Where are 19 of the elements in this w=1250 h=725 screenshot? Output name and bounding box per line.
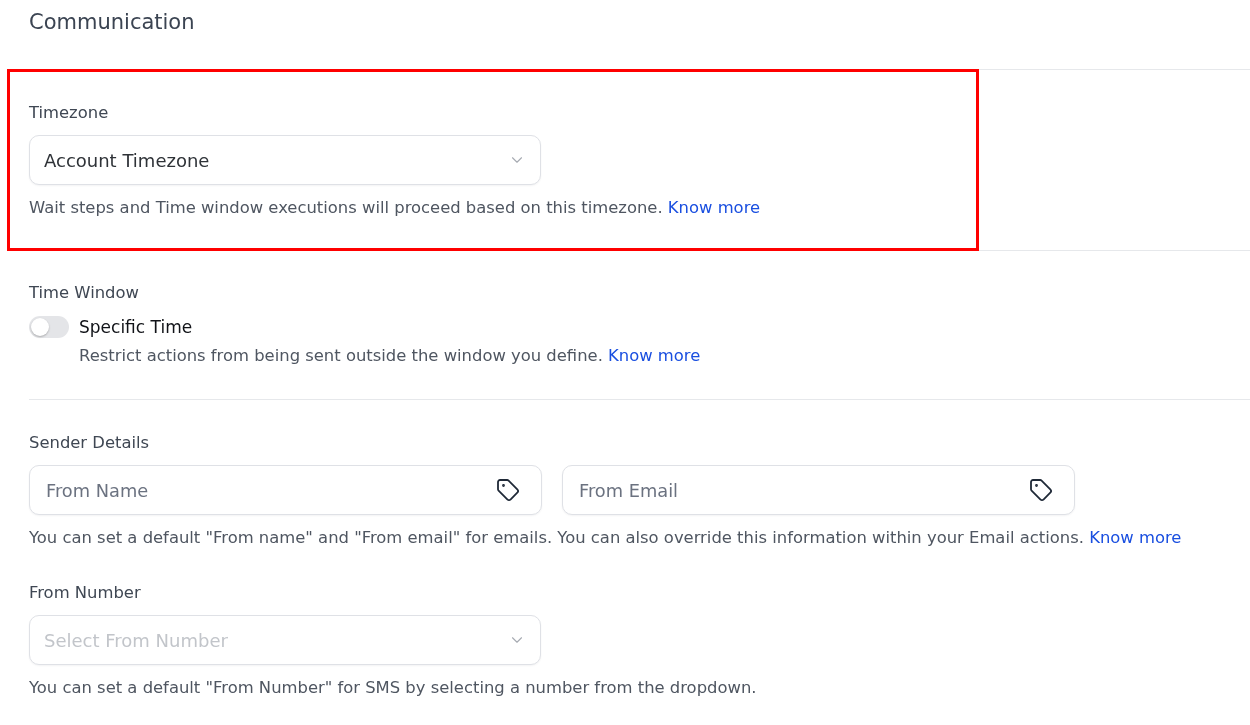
toggle-label: Specific Time <box>79 316 193 338</box>
help-text: You can set a default "From name" and "From email" for emails. You can also override this information within your Email actions. Know more <box>29 527 1182 549</box>
field-label: Timezone <box>29 102 109 124</box>
text-input-field[interactable]: From Email <box>562 465 1075 515</box>
tag-icon <box>1029 478 1053 502</box>
timezone-select[interactable]: Account Timezone <box>29 135 541 185</box>
help-text: Wait steps and Time window executions will proceed based on this timezone. Know more <box>29 197 761 219</box>
field-label: Sender Details <box>29 432 150 454</box>
field-label: From Number <box>29 582 141 604</box>
help-text: Restrict actions from being sent outside the window you define. Know more <box>79 345 701 367</box>
know-more-link[interactable]: Know more <box>608 346 701 365</box>
page-title: Communication <box>29 9 195 36</box>
toggle-switch[interactable] <box>29 316 69 338</box>
tag-icon <box>496 478 520 502</box>
field-label: Time Window <box>29 282 139 304</box>
know-more-link[interactable]: Know more <box>1089 528 1182 547</box>
text-input-field[interactable]: From Name <box>29 465 542 515</box>
know-more-link[interactable]: Know more <box>667 198 761 217</box>
help-text: You can set a default "From Number" for SMS by selecting a number from the dropdown. <box>29 677 757 699</box>
